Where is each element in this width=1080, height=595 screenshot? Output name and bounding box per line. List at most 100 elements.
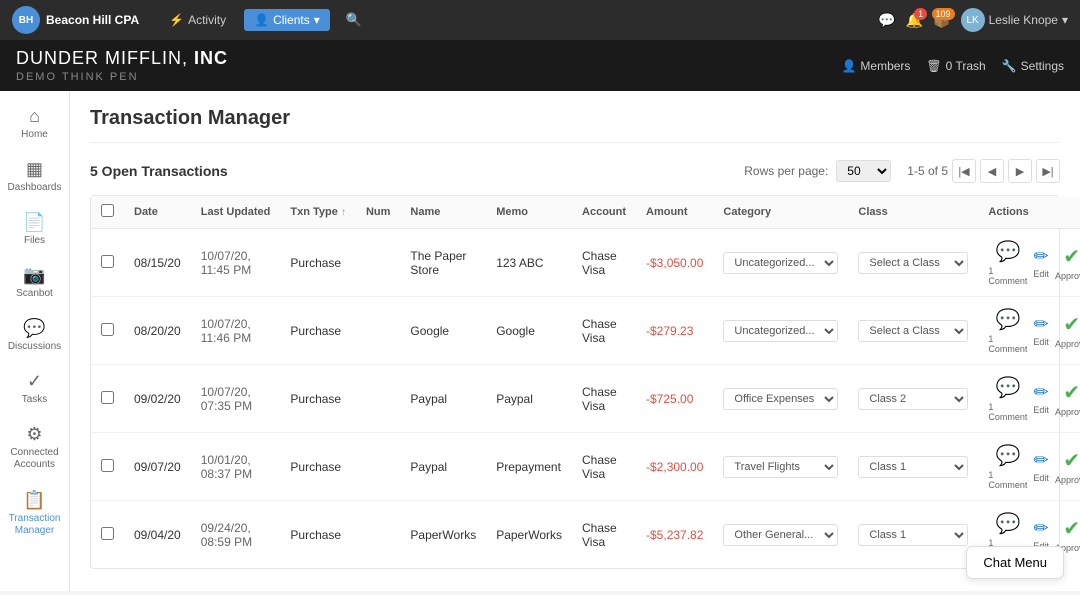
class-cell[interactable]: Select a ClassClass 1Class 2Class 3 <box>848 297 978 365</box>
edit-icon-2: ✏ <box>1034 382 1049 403</box>
row-checkbox-3[interactable] <box>101 459 114 472</box>
package-badge: 109 <box>932 8 955 20</box>
sidebar-item-connected-accounts[interactable]: ⚙ Connected Accounts <box>5 417 65 479</box>
comment-icon-2: 💬 <box>995 375 1020 400</box>
comment-btn-1[interactable]: 💬 1 Comment <box>988 307 1027 354</box>
select-all-checkbox[interactable] <box>101 204 114 217</box>
name-cell: Paypal <box>400 365 486 433</box>
class-cell[interactable]: Select a ClassClass 1Class 2Class 3 <box>848 229 978 297</box>
num-cell <box>356 229 400 297</box>
top-nav-right: 💬 🔔 1 📦 109 LK Leslie Knope ▾ <box>878 8 1068 32</box>
comment-btn-3[interactable]: 💬 1 Comment <box>988 443 1027 490</box>
next-page-btn[interactable]: ▶ <box>1008 159 1032 183</box>
class-cell[interactable]: Select a ClassClass 1Class 2Class 3 <box>848 501 978 569</box>
edit-btn-2[interactable]: ✏ Edit <box>1033 382 1049 415</box>
date-cell: 09/07/20 <box>124 433 191 501</box>
table-row: 09/02/20 10/07/20, 07:35 PM Purchase Pay… <box>91 365 1080 433</box>
sidebar-item-scanbot[interactable]: 📷 Scanbot <box>5 258 65 307</box>
class-select-2[interactable]: Select a ClassClass 1Class 2Class 3 <box>858 388 968 410</box>
sidebar-item-transaction-manager[interactable]: 📋 Transaction Manager <box>5 483 65 545</box>
settings-btn[interactable]: 🔧 Settings <box>1002 59 1064 73</box>
edit-icon-0: ✏ <box>1034 246 1049 267</box>
table-header-row: Date Last Updated Txn Type ↑ Num Name Me… <box>91 196 1080 229</box>
connected-icon: ⚙ <box>26 425 42 443</box>
nav-activity[interactable]: ⚡ Activity <box>159 9 236 31</box>
name-cell: The Paper Store <box>400 229 486 297</box>
comment-btn-2[interactable]: 💬 1 Comment <box>988 375 1027 422</box>
class-select-3[interactable]: Select a ClassClass 1Class 2Class 3 <box>858 456 968 478</box>
sidebar-item-home[interactable]: ⌂ Home <box>5 99 65 148</box>
last-page-btn[interactable]: ▶| <box>1036 159 1060 183</box>
row-checkbox-cell <box>91 297 124 365</box>
edit-btn-1[interactable]: ✏ Edit <box>1033 314 1049 347</box>
row-checkbox-cell <box>91 433 124 501</box>
actions-cell: 💬 1 Comment ✏ Edit ✔ Approve <box>978 229 1080 297</box>
logo-icon: BH <box>12 6 40 34</box>
client-name: DUNDER MIFFLIN, INC <box>16 48 228 69</box>
amount-cell: -$279.23 <box>636 297 713 365</box>
actions-cell: 💬 1 Comment ✏ Edit ✔ Approve <box>978 365 1080 433</box>
class-select-0[interactable]: Select a ClassClass 1Class 2Class 3 <box>858 252 968 274</box>
row-checkbox-0[interactable] <box>101 255 114 268</box>
sidebar-item-files[interactable]: 📄 Files <box>5 205 65 254</box>
row-checkbox-2[interactable] <box>101 391 114 404</box>
class-select-4[interactable]: Select a ClassClass 1Class 2Class 3 <box>858 524 968 546</box>
files-icon: 📄 <box>23 213 45 231</box>
category-select-3[interactable]: Uncategorized...Office ExpensesTravel Fl… <box>723 456 838 478</box>
actions-header: Actions <box>978 196 1080 229</box>
approve-btn-3[interactable]: ✔ Approve <box>1055 448 1080 485</box>
notification-btn[interactable]: 🔔 1 <box>906 12 923 29</box>
category-select-1[interactable]: Uncategorized...Office ExpensesTravel Fl… <box>723 320 838 342</box>
txn-type-cell: Purchase <box>280 501 356 569</box>
class-select-1[interactable]: Select a ClassClass 1Class 2Class 3 <box>858 320 968 342</box>
row-checkbox-cell <box>91 365 124 433</box>
first-page-btn[interactable]: |◀ <box>952 159 976 183</box>
approve-btn-0[interactable]: ✔ Approve <box>1055 244 1080 281</box>
nav-clients[interactable]: 👤 Clients ▾ <box>244 9 330 31</box>
category-cell[interactable]: Uncategorized...Office ExpensesTravel Fl… <box>713 297 848 365</box>
trash-btn[interactable]: 🗑 0 Trash <box>926 59 985 73</box>
class-cell[interactable]: Select a ClassClass 1Class 2Class 3 <box>848 433 978 501</box>
row-checkbox-cell <box>91 501 124 569</box>
category-cell[interactable]: Uncategorized...Office ExpensesTravel Fl… <box>713 365 848 433</box>
sort-icon: ↑ <box>341 207 346 218</box>
edit-icon-3: ✏ <box>1034 450 1049 471</box>
prev-page-btn[interactable]: ◀ <box>980 159 1004 183</box>
category-select-2[interactable]: Uncategorized...Office ExpensesTravel Fl… <box>723 388 838 410</box>
category-cell[interactable]: Uncategorized...Office ExpensesTravel Fl… <box>713 229 848 297</box>
comment-btn-0[interactable]: 💬 1 Comment <box>988 239 1027 286</box>
approve-icon-3: ✔ <box>1063 448 1080 473</box>
search-button[interactable]: 🔍 <box>338 8 370 32</box>
members-btn[interactable]: 👤 Members <box>841 59 910 73</box>
row-checkbox-4[interactable] <box>101 527 114 540</box>
user-menu[interactable]: LK Leslie Knope ▾ <box>961 8 1068 32</box>
scanbot-icon: 📷 <box>23 266 45 284</box>
chat-icon: 💬 <box>878 12 895 28</box>
memo-cell: Paypal <box>486 365 572 433</box>
chat-menu-button[interactable]: Chat Menu <box>966 546 1064 579</box>
logo-text: Beacon Hill CPA <box>46 13 139 27</box>
class-header: Class <box>848 196 978 229</box>
approve-btn-2[interactable]: ✔ Approve <box>1055 380 1080 417</box>
sidebar-item-tasks[interactable]: ✓ Tasks <box>5 364 65 413</box>
last-updated-header: Last Updated <box>191 196 281 229</box>
txn-type-header[interactable]: Txn Type ↑ <box>280 196 356 229</box>
sidebar-item-discussions[interactable]: 💬 Discussions <box>5 311 65 360</box>
rows-select[interactable]: 50 25 100 <box>836 160 891 182</box>
amount-header: Amount <box>636 196 713 229</box>
last-updated-cell: 10/01/20, 08:37 PM <box>191 433 281 501</box>
category-cell[interactable]: Uncategorized...Office ExpensesTravel Fl… <box>713 501 848 569</box>
sidebar-item-dashboards[interactable]: ▦ Dashboards <box>5 152 65 201</box>
chat-icon-btn[interactable]: 💬 <box>878 12 895 29</box>
approve-btn-1[interactable]: ✔ Approve <box>1055 312 1080 349</box>
amount-cell: -$5,237.82 <box>636 501 713 569</box>
class-cell[interactable]: Select a ClassClass 1Class 2Class 3 <box>848 365 978 433</box>
category-select-4[interactable]: Uncategorized...Office ExpensesTravel Fl… <box>723 524 838 546</box>
edit-btn-3[interactable]: ✏ Edit <box>1033 450 1049 483</box>
open-count: 5 Open Transactions <box>90 163 228 179</box>
category-cell[interactable]: Uncategorized...Office ExpensesTravel Fl… <box>713 433 848 501</box>
edit-btn-0[interactable]: ✏ Edit <box>1033 246 1049 279</box>
row-checkbox-1[interactable] <box>101 323 114 336</box>
package-btn[interactable]: 📦 109 <box>933 12 950 29</box>
category-select-0[interactable]: Uncategorized...Office ExpensesTravel Fl… <box>723 252 838 274</box>
